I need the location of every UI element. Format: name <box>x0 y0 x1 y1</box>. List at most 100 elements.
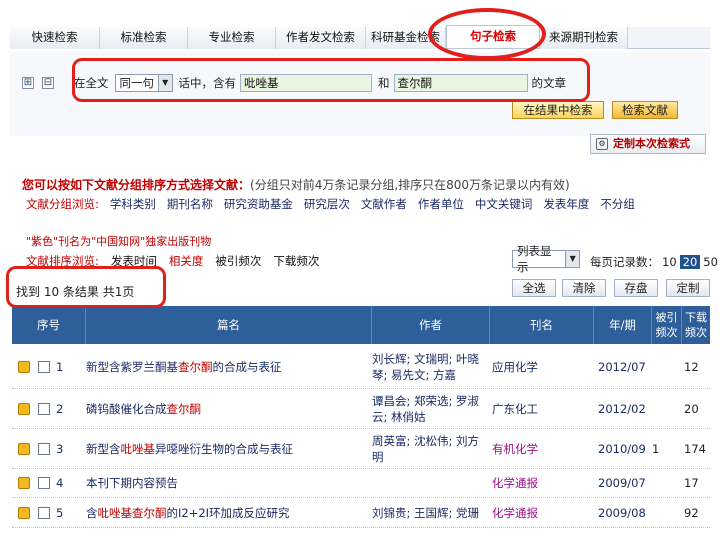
title-part: 本刊下期内容预告 <box>86 476 178 490</box>
row-title[interactable]: 含吡唑基查尔酮 的I2+2I环加成反应研究 <box>86 498 370 527</box>
tab-author-search[interactable]: 作者发文检索 <box>276 27 366 49</box>
row-checkbox[interactable] <box>38 360 50 373</box>
row-issue[interactable]: 2009/08 <box>598 498 646 527</box>
row-authors[interactable] <box>372 469 486 497</box>
row-checkbox-cell <box>38 469 50 497</box>
select-all-button[interactable]: 全选 <box>512 279 556 297</box>
row-checkbox[interactable] <box>38 506 50 519</box>
row-icon <box>18 389 30 428</box>
row-title[interactable]: 磷钨酸催化合成 查尔酮 <box>86 389 370 428</box>
table-row: 5 含吡唑基查尔酮 的I2+2I环加成反应研究 刘锦贵; 王国辉; 党珊 化学通报 200… <box>12 498 710 528</box>
document-icon <box>18 506 30 519</box>
row-number: 5 <box>56 505 64 520</box>
title-highlight: 查尔酮 <box>178 359 213 374</box>
group-year[interactable]: 发表年度 <box>543 196 589 212</box>
customize-button[interactable]: 定制 <box>666 279 710 297</box>
tab-standard-search[interactable]: 标准检索 <box>100 27 188 49</box>
per-page-50[interactable]: 50 <box>700 255 720 269</box>
save-button[interactable]: 存盘 <box>614 279 658 297</box>
sentence-tab-highlight <box>428 8 546 60</box>
search-row-highlight <box>72 58 590 102</box>
row-issue[interactable]: 2010/09 <box>598 429 646 468</box>
row-journal[interactable]: 应用化学 <box>492 345 592 388</box>
row-authors[interactable]: 刘锦贵; 王国辉; 党珊 <box>372 498 486 527</box>
title-part: 异噁唑衍生物的合成与表征 <box>155 441 293 456</box>
row-journal[interactable]: 有机化学 <box>492 429 592 468</box>
grouping-hint-note: (分组只对前4万条记录分组,排序只在800万条记录以内有效) <box>250 178 570 192</box>
group-subject[interactable]: 学科类别 <box>110 196 156 212</box>
row-authors[interactable]: 谭昌会; 郑荣选; 罗淑云; 林俏姑 <box>372 389 486 428</box>
col-author[interactable]: 作者 <box>372 306 490 344</box>
title-part: 的I2+2I环加成反应研究 <box>166 505 290 520</box>
row-icon <box>18 345 30 388</box>
row-cited[interactable] <box>652 498 682 527</box>
row-downloads[interactable]: 92 <box>684 498 710 527</box>
collapse-icon[interactable]: ⊟ <box>42 77 54 89</box>
title-part: 含 <box>86 505 98 520</box>
row-downloads[interactable]: 17 <box>684 469 710 497</box>
row-cited[interactable] <box>652 389 682 428</box>
row-issue[interactable]: 2012/02 <box>598 389 646 428</box>
table-row: 2 磷钨酸催化合成 查尔酮 谭昌会; 郑荣选; 罗淑云; 林俏姑 广东化工 2012/02… <box>12 389 710 429</box>
row-downloads[interactable]: 20 <box>684 389 710 428</box>
title-part: 的合成与表征 <box>212 359 282 374</box>
col-downloads[interactable]: 下载频次 <box>682 306 710 344</box>
sort-by-downloads[interactable]: 下载频次 <box>273 253 319 269</box>
col-cited[interactable]: 被引频次 <box>652 306 682 344</box>
search-documents-button[interactable]: 检索文献 <box>612 101 678 119</box>
document-icon <box>18 360 30 373</box>
row-checkbox-cell <box>38 429 50 468</box>
group-journal[interactable]: 期刊名称 <box>167 196 213 212</box>
tab-source-journal-search[interactable]: 来源期刊检索 <box>540 27 628 49</box>
title-highlight: 查尔酮 <box>166 401 202 416</box>
group-author[interactable]: 文献作者 <box>361 196 407 212</box>
row-authors[interactable]: 刘长辉; 文瑞明; 叶晓琴; 易先文; 方嘉 <box>372 345 486 388</box>
row-authors[interactable]: 周英富; 沈松伟; 刘方明 <box>372 429 486 468</box>
row-journal[interactable]: 广东化工 <box>492 389 592 428</box>
row-title[interactable]: 新型含 吡唑基 异噁唑衍生物的合成与表征 <box>86 429 370 468</box>
row-icon <box>18 429 30 468</box>
expand-icon[interactable]: ⊞ <box>22 77 34 89</box>
row-checkbox[interactable] <box>38 477 50 489</box>
row-journal[interactable]: 化学通报 <box>492 498 592 527</box>
row-title[interactable]: 本刊下期内容预告 <box>86 469 370 497</box>
row-cited[interactable]: 1 <box>652 429 682 468</box>
group-fund[interactable]: 研究资助基金 <box>224 196 293 212</box>
row-title[interactable]: 新型含紫罗兰酮基 查尔酮 的合成与表征 <box>86 345 370 388</box>
sort-by-citations[interactable]: 被引频次 <box>215 253 261 269</box>
row-cited[interactable] <box>652 469 682 497</box>
tab-professional-search[interactable]: 专业检索 <box>188 27 276 49</box>
group-keyword[interactable]: 中文关键词 <box>475 196 533 212</box>
row-downloads[interactable]: 174 <box>684 429 710 468</box>
display-mode-select[interactable]: 列表显示 ▼ <box>512 244 580 274</box>
row-checkbox-cell <box>38 498 50 527</box>
tab-quick-search[interactable]: 快速检索 <box>10 27 100 49</box>
col-issue[interactable]: 年/期 <box>594 306 652 344</box>
row-issue[interactable]: 2012/07 <box>598 345 646 388</box>
result-count-highlight <box>6 266 166 308</box>
per-page-10[interactable]: 10 <box>659 255 680 269</box>
exclusive-journal-note: "紫色"刊名为"中国知网"独家出版刊物 <box>26 235 212 248</box>
col-journal[interactable]: 刊名 <box>490 306 594 344</box>
row-checkbox[interactable] <box>38 442 50 455</box>
row-downloads[interactable]: 12 <box>684 345 710 388</box>
sort-by-relevance[interactable]: 相关度 <box>169 253 204 269</box>
customize-search-button[interactable]: ⚙ 定制本次检索式 <box>590 134 706 154</box>
table-row: 3 新型含 吡唑基 异噁唑衍生物的合成与表征 周英富; 沈松伟; 刘方明 有机化学 2010… <box>12 429 710 469</box>
results-table-header: 序号 篇名 作者 刊名 年/期 被引频次 下载频次 <box>12 306 710 344</box>
search-in-results-button[interactable]: 在结果中检索 <box>512 101 604 119</box>
row-issue[interactable]: 2009/07 <box>598 469 646 497</box>
group-institution[interactable]: 作者单位 <box>418 196 464 212</box>
per-page-label: 每页记录数： <box>590 255 659 269</box>
row-number: 3 <box>56 441 64 456</box>
row-journal[interactable]: 化学通报 <box>492 469 592 497</box>
row-cited[interactable] <box>652 345 682 388</box>
clear-button[interactable]: 清除 <box>562 279 606 297</box>
col-title[interactable]: 篇名 <box>86 306 372 344</box>
group-level[interactable]: 研究层次 <box>304 196 350 212</box>
per-page-20[interactable]: 20 <box>679 255 701 269</box>
row-checkbox[interactable] <box>38 402 50 415</box>
group-browse-label: 文献分组浏览: <box>26 197 99 211</box>
row-number: 2 <box>56 401 64 416</box>
group-none[interactable]: 不分组 <box>600 196 635 212</box>
